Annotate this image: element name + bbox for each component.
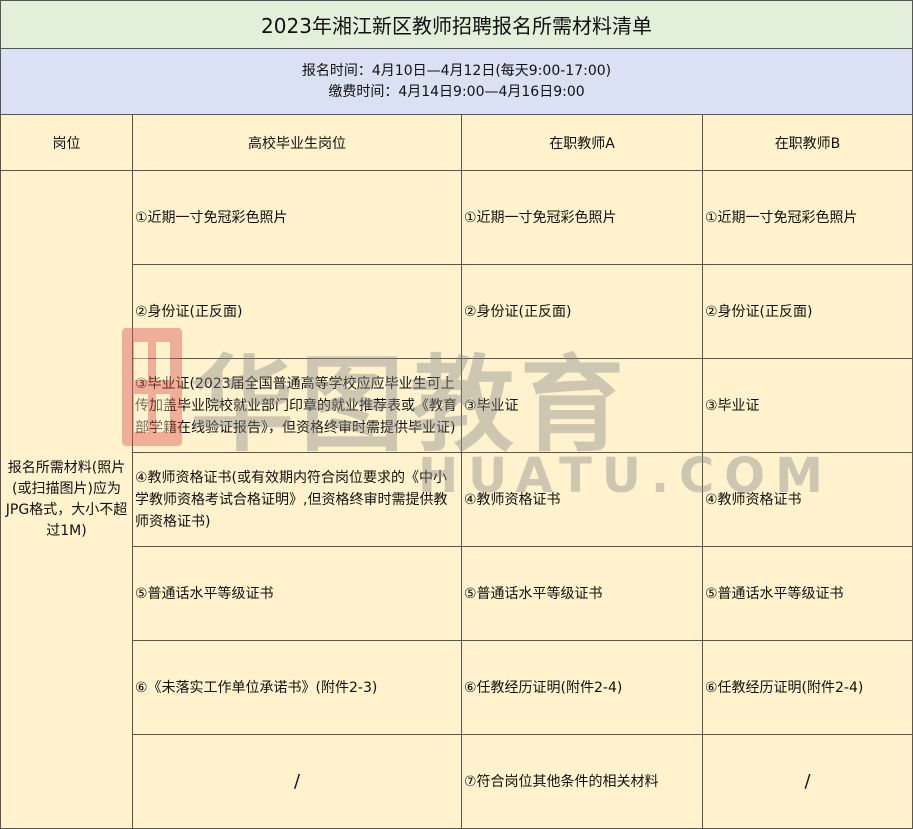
table-cell: ③毕业证: [703, 359, 913, 453]
table-cell: ②身份证(正反面): [133, 265, 462, 359]
table-cell: ⑤普通话水平等级证书: [703, 547, 913, 641]
materials-table: 2023年湘江新区教师招聘报名所需材料清单 报名时间：4月10日—4月12日(每…: [0, 0, 913, 829]
table-cell: ①近期一寸免冠彩色照片: [703, 171, 913, 265]
table-cell: ②身份证(正反面): [703, 265, 913, 359]
table-cell-empty: /: [703, 735, 913, 829]
table-cell: ③毕业证: [462, 359, 703, 453]
table-cell-empty: /: [133, 735, 462, 829]
table-cell: ⑥任教经历证明(附件2-4): [703, 641, 913, 735]
table-cell: ⑥《未落实工作单位承诺书》(附件2-3): [133, 641, 462, 735]
header-teacher-b: 在职教师B: [703, 115, 913, 171]
table-cell: ⑦符合岗位其他条件的相关材料: [462, 735, 703, 829]
table-cell: ②身份证(正反面): [462, 265, 703, 359]
header-position: 岗位: [0, 115, 133, 171]
table-cell: ⑤普通话水平等级证书: [133, 547, 462, 641]
table-cell: ④教师资格证书(或有效期内符合岗位要求的《中小学教师资格考试合格证明》,但资格终…: [133, 453, 462, 547]
side-label: 报名所需材料(照片(或扫描图片)应为JPG格式，大小不超过1M): [0, 171, 133, 829]
sheet-title: 2023年湘江新区教师招聘报名所需材料清单: [0, 0, 913, 49]
table-cell: ⑥任教经历证明(附件2-4): [462, 641, 703, 735]
payment-time: 缴费时间：4月14日9:00—4月16日9:00: [328, 83, 585, 100]
schedule-block: 报名时间：4月10日—4月12日(每天9:00-17:00) 缴费时间：4月14…: [0, 49, 913, 115]
table-cell: ④教师资格证书: [703, 453, 913, 547]
table-cell: ①近期一寸免冠彩色照片: [462, 171, 703, 265]
table-cell: ⑤普通话水平等级证书: [462, 547, 703, 641]
table-cell: ③毕业证(2023届全国普通高等学校应应毕业生可上传加盖毕业院校就业部门印章的就…: [133, 359, 462, 453]
table-cell: ④教师资格证书: [462, 453, 703, 547]
registration-time: 报名时间：4月10日—4月12日(每天9:00-17:00): [301, 62, 612, 79]
header-teacher-a: 在职教师A: [462, 115, 703, 171]
header-graduate: 高校毕业生岗位: [133, 115, 462, 171]
table-cell: ①近期一寸免冠彩色照片: [133, 171, 462, 265]
